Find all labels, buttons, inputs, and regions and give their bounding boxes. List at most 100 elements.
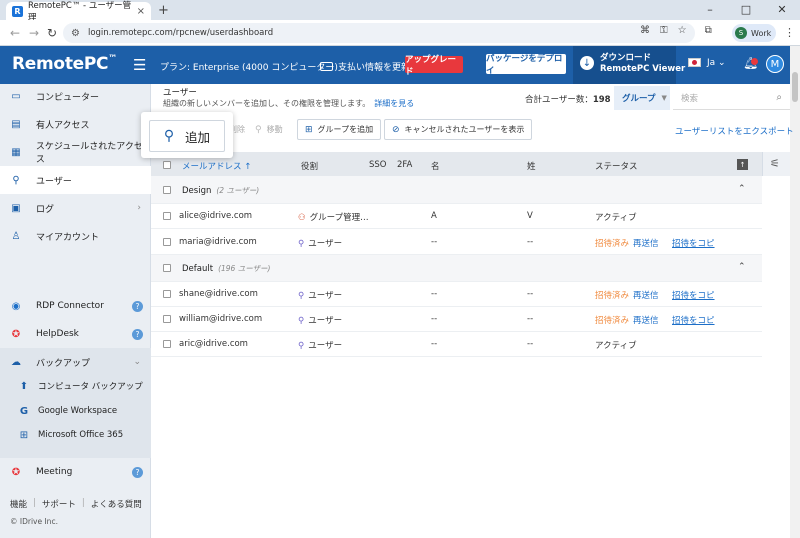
row-checkbox[interactable] xyxy=(163,212,171,220)
user-email[interactable]: shane@idrive.com xyxy=(179,289,258,299)
help-icon[interactable]: ? xyxy=(132,300,143,312)
resend-invite-link[interactable]: 再送信 xyxy=(633,237,659,249)
footer-link-support[interactable]: サポート xyxy=(42,498,76,510)
upgrade-button[interactable]: アップグレード xyxy=(405,55,463,77)
user-email[interactable]: william@idrive.com xyxy=(179,314,262,324)
group-filter-dropdown[interactable]: グループ ▼ xyxy=(614,86,670,110)
maximize-icon[interactable]: □ xyxy=(728,0,764,20)
group-checkbox[interactable] xyxy=(163,264,171,272)
rdp-icon: ◉ xyxy=(11,300,21,312)
add-user-button[interactable]: ⚲ 追加 xyxy=(149,120,225,152)
japan-flag-icon[interactable] xyxy=(688,58,701,67)
remotepc-logo[interactable]: RemotePC™ xyxy=(12,54,117,74)
url-input[interactable]: ⚙ login.remotepc.com/rpcnew/userdashboar… xyxy=(63,23,695,43)
column-settings-icon[interactable]: ⚟ xyxy=(770,157,780,170)
profile-label: Work xyxy=(751,28,772,38)
collapse-chevron-icon[interactable]: ⌃ xyxy=(738,262,746,272)
row-checkbox[interactable] xyxy=(163,315,171,323)
browser-menu-icon[interactable]: ⋮ xyxy=(784,26,795,39)
site-info-icon[interactable]: ⚙ xyxy=(71,28,80,39)
group-checkbox[interactable] xyxy=(163,186,171,194)
user-email[interactable]: aric@idrive.com xyxy=(179,339,248,349)
bookmark-star-icon[interactable]: ☆ xyxy=(678,25,687,36)
language-dropdown[interactable]: Ja ⌄ xyxy=(707,58,726,68)
copy-invite-link[interactable]: 招待をコピ xyxy=(672,314,715,326)
profile-chip[interactable]: S Work xyxy=(732,24,776,42)
download-viewer-label[interactable]: ダウンロード RemotePC Viewer xyxy=(600,53,685,75)
details-link[interactable]: 詳細を見る xyxy=(374,99,414,108)
sidebar-item-label: マイアカウント xyxy=(36,232,100,243)
row-checkbox[interactable] xyxy=(163,290,171,298)
column-header-email[interactable]: メールアドレス ↑ xyxy=(182,160,251,172)
hamburger-menu-icon[interactable]: ☰ xyxy=(133,56,146,74)
resend-invite-link[interactable]: 再送信 xyxy=(633,289,659,301)
account-icon: ♙ xyxy=(11,230,21,242)
sidebar-item-helpdesk[interactable]: ✪ HelpDesk? xyxy=(0,320,151,348)
group-name: Default (196 ユーザー) xyxy=(182,263,270,274)
status-badge: 招待済み xyxy=(595,316,630,326)
sidebar-item-computers[interactable]: ▭ コンピューター xyxy=(0,82,151,110)
close-icon[interactable]: × xyxy=(137,6,145,17)
sidebar-item-label: 有人アクセス xyxy=(36,120,90,131)
footer-link-features[interactable]: 機能 xyxy=(10,498,27,510)
search-icon[interactable]: ⌕ xyxy=(776,92,782,103)
sidebar-item-computer-backup[interactable]: ⬆ コンピュータ バックアップ xyxy=(0,372,151,400)
column-header-status: ステータス xyxy=(595,162,638,172)
help-icon[interactable]: ? xyxy=(132,328,143,340)
browser-tab[interactable]: R RemotePC™ - ユーザー管理 × xyxy=(6,1,151,23)
minimize-icon[interactable]: – xyxy=(692,0,728,20)
copy-invite-link[interactable]: 招待をコピ xyxy=(672,237,715,249)
user-role-icon: ⚲ xyxy=(298,291,305,301)
download-line2: RemotePC Viewer xyxy=(600,64,686,74)
user-role: ⚲ ユーザー xyxy=(298,289,342,301)
user-role-text: ユーザー xyxy=(308,239,343,249)
add-group-button[interactable]: ⊞ グループを追加 xyxy=(297,119,382,140)
user-email[interactable]: alice@idrive.com xyxy=(179,211,252,221)
user-icon: ⚲ xyxy=(12,174,20,186)
sidebar-item-scheduled[interactable]: ▦ スケジュールされたアクセス xyxy=(0,138,151,166)
move-button[interactable]: ⚲ 移動 xyxy=(248,119,290,140)
sidebar-item-rdp[interactable]: ◉ RDP Connector? xyxy=(0,292,151,320)
scrollbar[interactable] xyxy=(790,46,800,538)
sidebar-item-account[interactable]: ♙ マイアカウント xyxy=(0,222,151,250)
user-email[interactable]: maria@idrive.com xyxy=(179,237,257,247)
sidebar-item-meeting[interactable]: ✪ Meeting? xyxy=(0,458,151,486)
new-tab-icon[interactable]: + xyxy=(158,3,169,18)
user-first-name: A xyxy=(431,211,437,221)
back-icon[interactable]: ← xyxy=(10,26,20,40)
resend-invite-link[interactable]: 再送信 xyxy=(633,314,659,326)
footer-link-faq[interactable]: よくある質問 xyxy=(91,498,142,510)
update-payment-link[interactable]: 支払い情報を更新 xyxy=(320,60,410,73)
scroll-top-icon[interactable]: ↑ xyxy=(737,159,748,170)
user-first-name: -- xyxy=(431,339,438,349)
scrollbar-thumb[interactable] xyxy=(792,72,798,102)
reload-icon[interactable]: ↻ xyxy=(47,26,57,40)
copy-invite-link[interactable]: 招待をコピ xyxy=(672,289,715,301)
sidebar-item-users[interactable]: ⚲ ユーザー xyxy=(0,166,151,194)
sidebar-item-logs[interactable]: ▣ ログ › xyxy=(0,194,151,222)
total-users-label: 合計ユーザー数： xyxy=(525,95,593,105)
help-icon[interactable]: ? xyxy=(132,466,143,478)
avatar[interactable]: M xyxy=(766,55,784,73)
sidebar-item-office365[interactable]: ⊞ Microsoft Office 365 xyxy=(0,421,151,449)
password-key-icon[interactable]: ⚿ xyxy=(660,25,668,36)
extensions-icon[interactable]: ⧉ xyxy=(705,25,712,36)
status-badge: 招待済み xyxy=(595,291,630,301)
close-window-icon[interactable]: ✕ xyxy=(764,0,800,20)
collapse-chevron-icon[interactable]: ⌃ xyxy=(738,184,746,194)
search-input[interactable]: 検索 ⌕ xyxy=(673,86,790,110)
sidebar-item-label: Google Workspace xyxy=(38,406,118,416)
row-checkbox[interactable] xyxy=(163,238,171,246)
translate-icon[interactable]: ⌘ xyxy=(640,25,650,36)
sidebar-item-label: HelpDesk xyxy=(36,329,79,339)
export-user-list-link[interactable]: ユーザーリストをエクスポート xyxy=(675,125,794,137)
sidebar-item-attended[interactable]: ▤ 有人アクセス xyxy=(0,110,151,138)
select-all-checkbox[interactable] xyxy=(163,161,171,169)
forward-icon[interactable]: → xyxy=(29,26,39,40)
user-role: ⚲ ユーザー xyxy=(298,237,342,249)
deploy-package-button[interactable]: パッケージをデプロイ xyxy=(486,54,566,76)
row-checkbox[interactable] xyxy=(163,340,171,348)
microsoft-icon: ⊞ xyxy=(19,429,29,441)
show-canceled-users-button[interactable]: ⊘ キャンセルされたユーザーを表示 xyxy=(384,119,533,140)
window-controls: – □ ✕ xyxy=(692,0,800,20)
